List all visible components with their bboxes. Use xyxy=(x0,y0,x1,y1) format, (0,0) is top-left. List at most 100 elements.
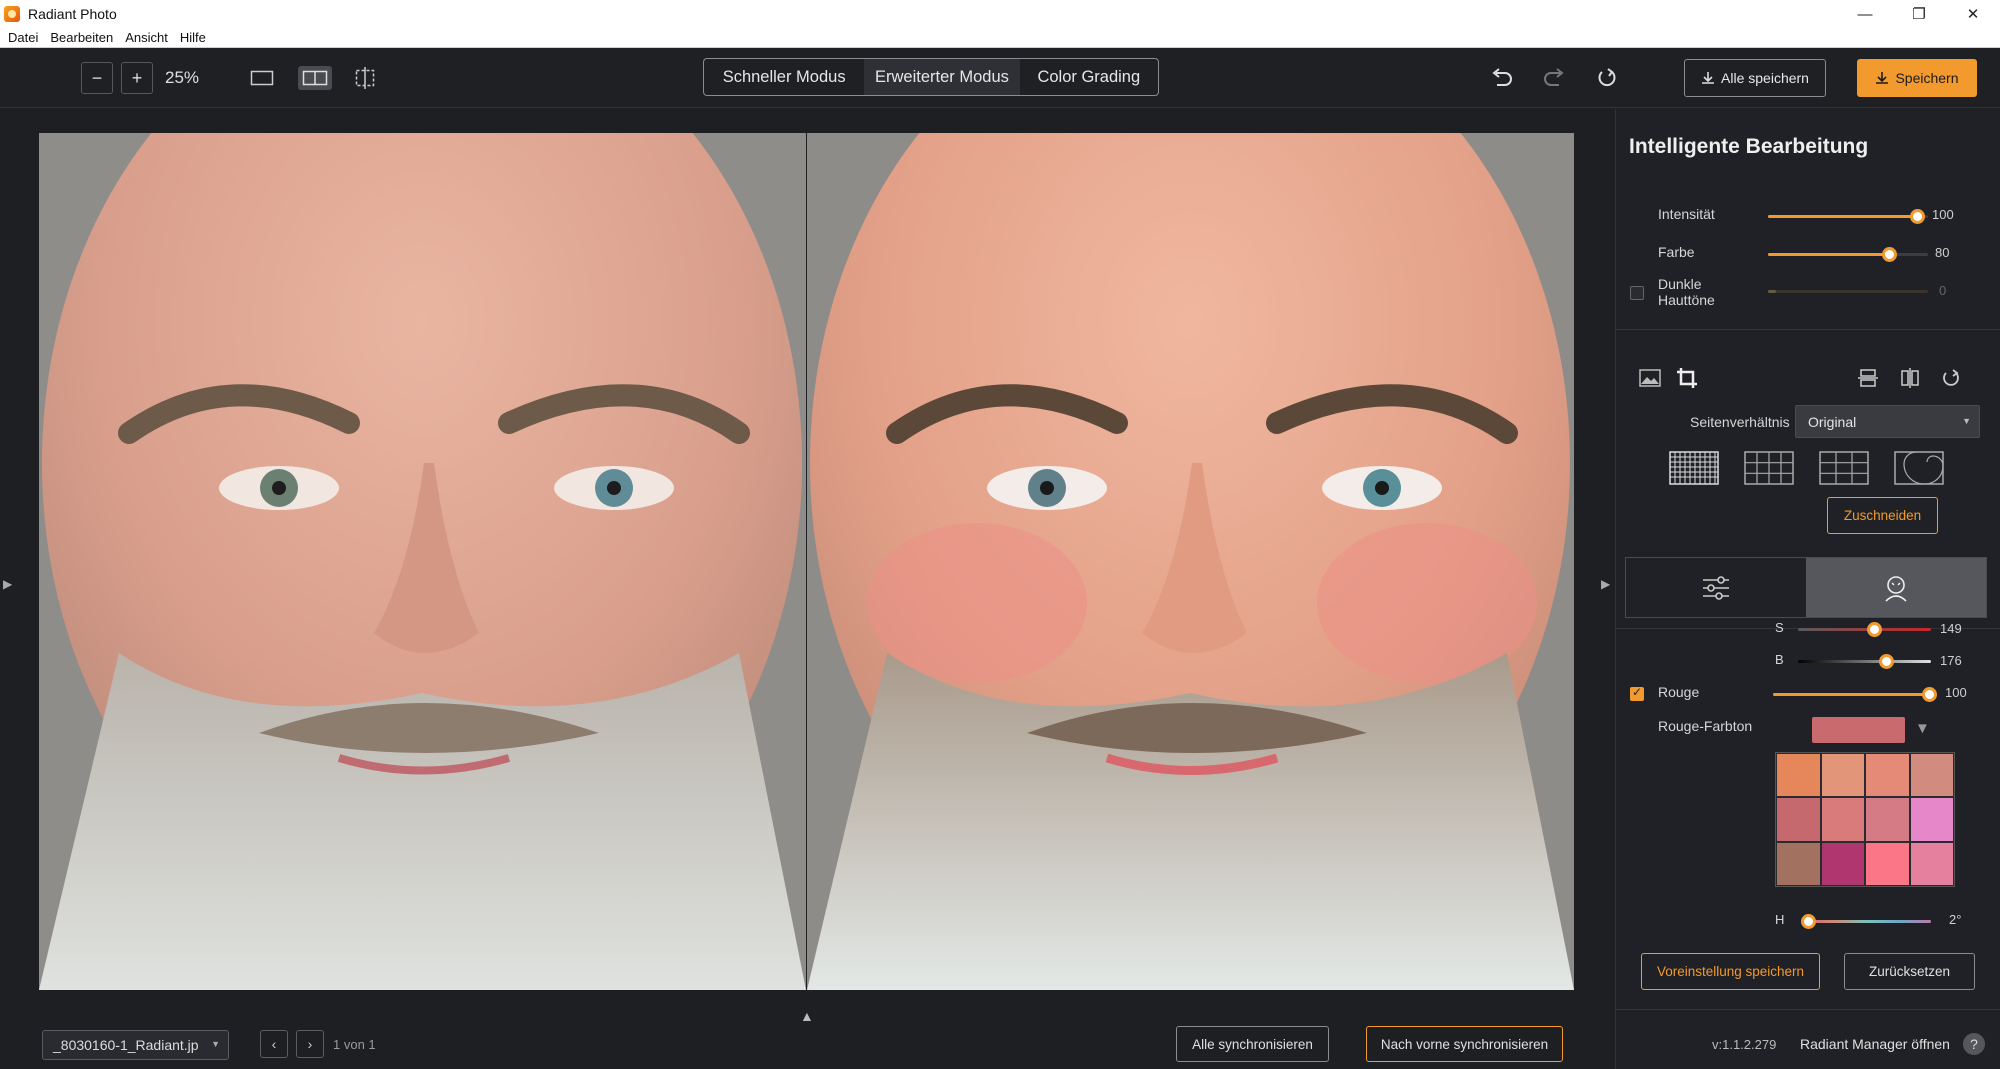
rouge-color-palette xyxy=(1775,752,1955,887)
right-panel: Intelligente Bearbeitung Intensität 100 … xyxy=(1615,109,2000,1069)
flip-vertical-icon[interactable] xyxy=(1854,364,1882,392)
bottom-bar: ▲ _8030160-1_Radiant.jp ▼ ‹ › 1 von 1 Al… xyxy=(0,990,1615,1069)
menu-item-bearbeiten[interactable]: Bearbeiten xyxy=(50,30,113,45)
undo-icon[interactable] xyxy=(1488,64,1516,92)
color-swatch[interactable] xyxy=(1777,798,1820,841)
reset-rotate-icon[interactable] xyxy=(1593,64,1621,92)
slider-knob[interactable] xyxy=(1922,687,1937,702)
slider-knob[interactable] xyxy=(1879,654,1894,669)
slider-knob[interactable] xyxy=(1882,247,1897,262)
window-title: Radiant Photo xyxy=(28,6,117,22)
sliders-icon xyxy=(1703,575,1729,600)
menu-item-datei[interactable]: Datei xyxy=(8,30,38,45)
compare-view-icon[interactable] xyxy=(352,67,378,89)
chevron-down-icon[interactable]: ▼ xyxy=(1915,720,1930,737)
color-swatch[interactable] xyxy=(1821,754,1864,797)
aspect-ratio-select[interactable]: Original ▼ xyxy=(1795,405,1980,438)
prev-image-button[interactable]: ‹ xyxy=(260,1030,288,1058)
rouge-tone-label: Rouge-Farbton xyxy=(1658,718,1753,734)
slider-dunkle-hauttoene[interactable]: Dunkle Hauttöne 0 xyxy=(1616,274,2000,310)
save-all-button[interactable]: Alle speichern xyxy=(1684,59,1826,97)
slider-knob[interactable] xyxy=(1801,914,1816,929)
save-all-label: Alle speichern xyxy=(1721,70,1809,86)
tab-erweiterter-modus[interactable]: Erweiterter Modus xyxy=(864,59,1020,95)
slider-value: 149 xyxy=(1940,621,1962,636)
flip-horizontal-icon[interactable] xyxy=(1896,364,1924,392)
slider-h[interactable]: H 2° xyxy=(1616,909,2000,933)
color-swatch[interactable] xyxy=(1821,842,1864,885)
crop-button[interactable]: Zuschneiden xyxy=(1827,497,1938,534)
grid-3x4-icon[interactable] xyxy=(1744,451,1794,485)
minimize-button[interactable]: — xyxy=(1838,0,1892,28)
zoom-out-button[interactable]: − xyxy=(81,62,113,94)
tab-face[interactable] xyxy=(1806,558,1986,617)
color-swatch[interactable] xyxy=(1777,754,1820,797)
chevron-down-icon: ▼ xyxy=(1962,416,1971,426)
file-select[interactable]: _8030160-1_Radiant.jp ▼ xyxy=(42,1030,229,1060)
open-manager-link[interactable]: Radiant Manager öffnen xyxy=(1800,1036,1950,1052)
zoom-in-button[interactable]: + xyxy=(121,62,153,94)
slider-s[interactable]: S 149 xyxy=(1616,620,2000,644)
single-view-icon[interactable] xyxy=(249,68,275,88)
menu-item-ansicht[interactable]: Ansicht xyxy=(125,30,168,45)
slider-value: 100 xyxy=(1932,207,1954,222)
reset-button[interactable]: Zurücksetzen xyxy=(1844,953,1975,990)
color-swatch[interactable] xyxy=(1821,798,1864,841)
slider-value: 2° xyxy=(1949,912,1962,927)
image-canvas[interactable]: ▶ ▶ xyxy=(0,109,1615,990)
menu-bar: Datei Bearbeiten Ansicht Hilfe xyxy=(0,28,2000,48)
restore-button[interactable]: ❐ xyxy=(1892,0,1946,28)
color-swatch[interactable] xyxy=(1866,842,1909,885)
file-name: _8030160-1_Radiant.jp xyxy=(53,1037,199,1053)
rotate-icon[interactable] xyxy=(1937,364,1965,392)
slider-knob[interactable] xyxy=(1867,622,1882,637)
slider-b[interactable]: B 176 xyxy=(1616,652,2000,676)
slider-knob[interactable] xyxy=(1910,209,1925,224)
slider-farbe[interactable]: Farbe 80 xyxy=(1616,242,2000,266)
menu-item-hilfe[interactable]: Hilfe xyxy=(180,30,206,45)
divider xyxy=(1616,1009,2000,1010)
left-panel-toggle-icon[interactable]: ▶ xyxy=(3,577,12,591)
zoom-level: 25% xyxy=(165,68,200,87)
help-icon[interactable]: ? xyxy=(1963,1033,1985,1055)
right-panel-toggle-icon[interactable]: ▶ xyxy=(1601,577,1610,591)
aspect-ratio-value: Original xyxy=(1808,413,1857,430)
next-image-button[interactable]: › xyxy=(296,1030,324,1058)
color-swatch[interactable] xyxy=(1866,754,1909,797)
color-swatch[interactable] xyxy=(1910,798,1953,841)
close-button[interactable]: ✕ xyxy=(1946,0,2000,28)
color-swatch[interactable] xyxy=(1910,754,1953,797)
slider-intensitaet[interactable]: Intensität 100 xyxy=(1616,204,2000,228)
dark-skin-checkbox[interactable] xyxy=(1630,286,1644,300)
fine-grid-icon[interactable] xyxy=(1669,451,1719,485)
redo-icon[interactable] xyxy=(1540,64,1568,92)
crop-icon[interactable] xyxy=(1673,364,1701,392)
grid-3x3-icon[interactable] xyxy=(1819,451,1869,485)
expand-filmstrip-icon[interactable]: ▲ xyxy=(800,1008,814,1024)
tab-schneller-modus[interactable]: Schneller Modus xyxy=(704,59,864,95)
chevron-down-icon: ▼ xyxy=(211,1039,220,1049)
sync-all-button[interactable]: Alle synchronisieren xyxy=(1176,1026,1329,1062)
save-preset-button[interactable]: Voreinstellung speichern xyxy=(1641,953,1820,990)
image-counter: 1 von 1 xyxy=(333,1037,376,1052)
slider-rouge[interactable]: Rouge 100 xyxy=(1616,682,2000,706)
golden-spiral-icon[interactable] xyxy=(1894,451,1944,485)
image-icon[interactable] xyxy=(1636,364,1664,392)
color-swatch[interactable] xyxy=(1910,842,1953,885)
app-logo-icon xyxy=(4,6,20,22)
sync-front-button[interactable]: Nach vorne synchronisieren xyxy=(1366,1026,1563,1062)
color-swatch[interactable] xyxy=(1866,798,1909,841)
slider-label: Farbe xyxy=(1658,244,1695,260)
save-button[interactable]: Speichern xyxy=(1857,59,1977,97)
panel-tabs xyxy=(1625,557,1987,618)
slider-label: Dunkle Hauttöne xyxy=(1658,276,1715,308)
tab-adjustments[interactable] xyxy=(1626,558,1806,617)
face-retouch-icon xyxy=(1885,575,1907,602)
download-icon xyxy=(1702,72,1715,84)
rouge-tone-swatch[interactable] xyxy=(1812,717,1905,743)
tab-color-grading[interactable]: Color Grading xyxy=(1020,59,1158,95)
slider-label: B xyxy=(1775,652,1784,667)
rouge-checkbox[interactable] xyxy=(1630,685,1644,701)
split-view-icon[interactable] xyxy=(298,66,332,90)
color-swatch[interactable] xyxy=(1777,842,1820,885)
